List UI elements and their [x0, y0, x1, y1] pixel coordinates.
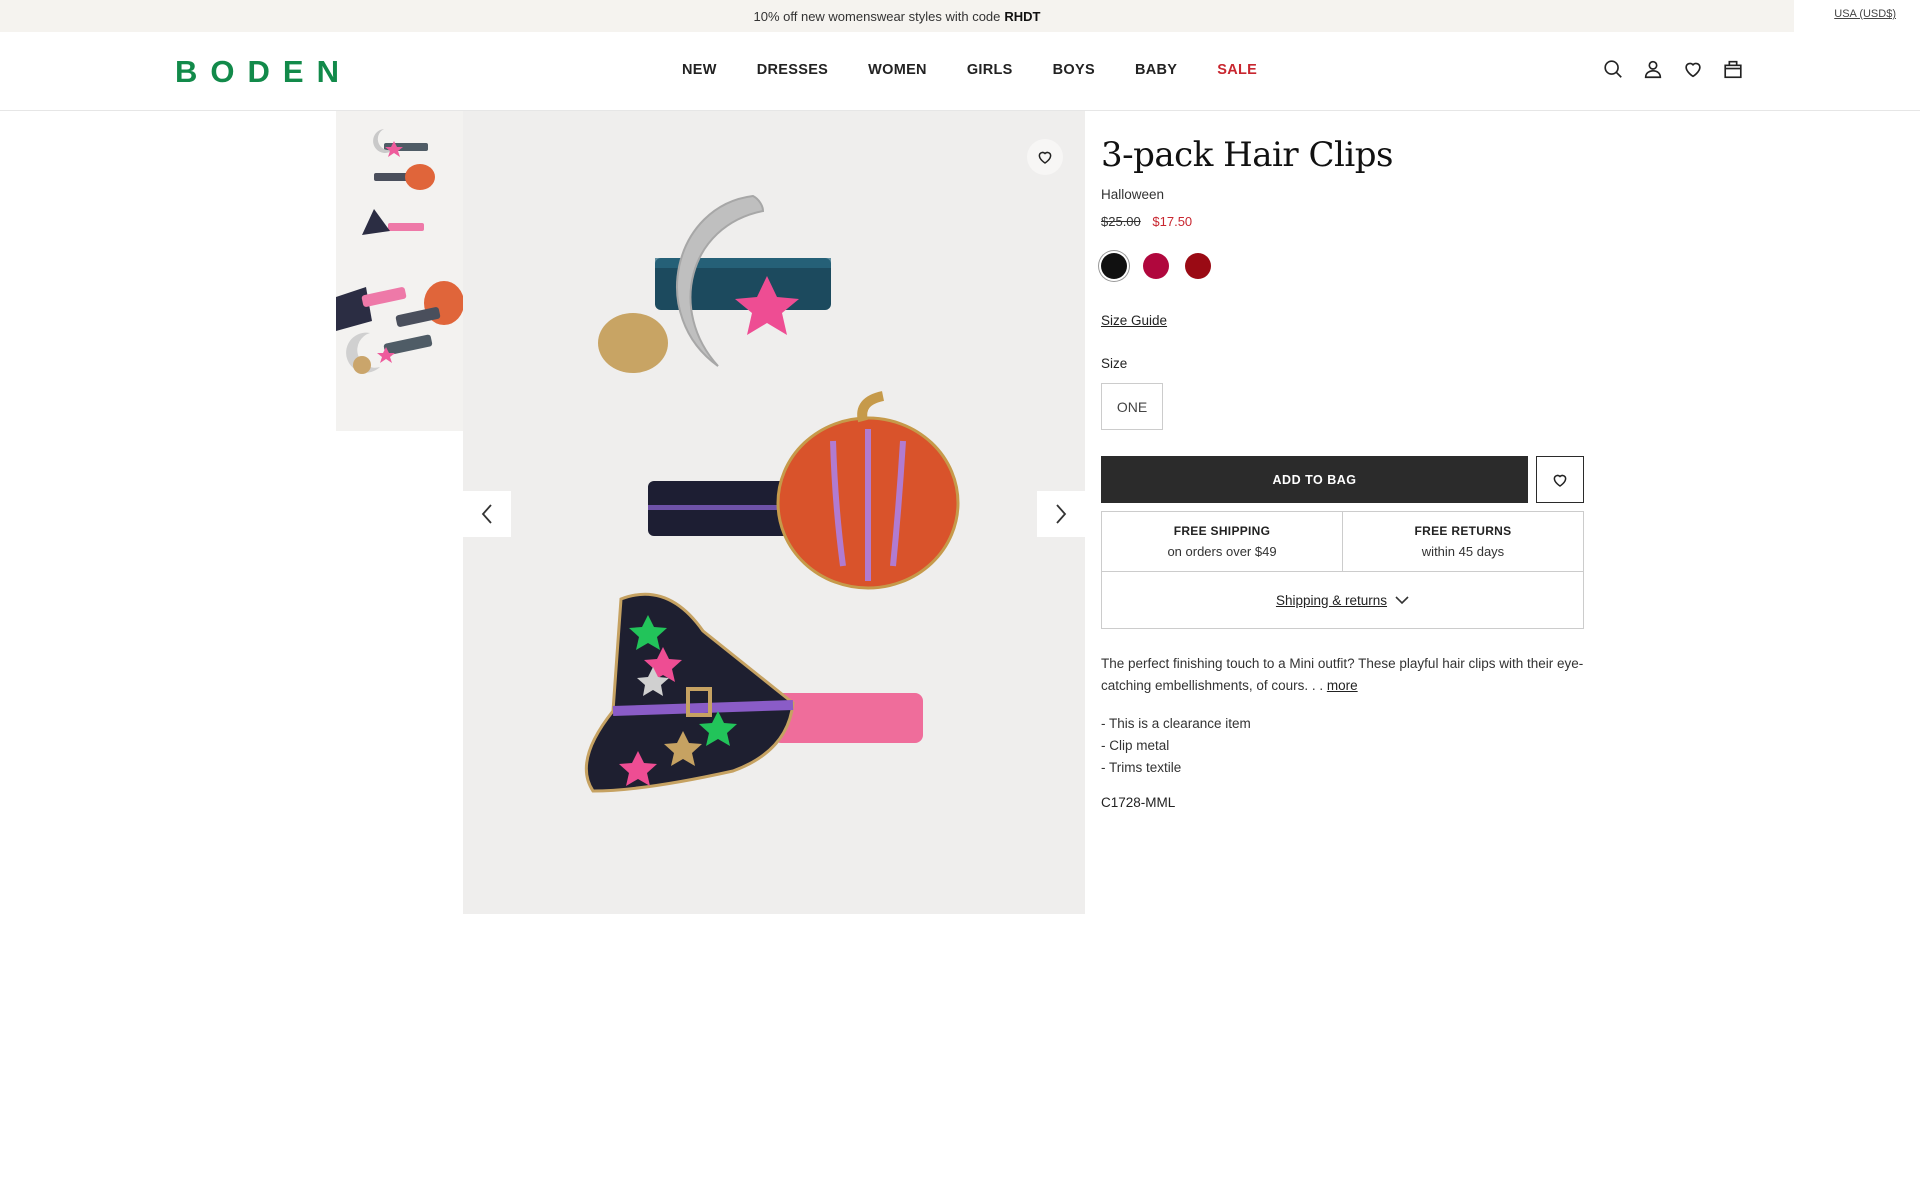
- product-details: 3-pack Hair Clips Halloween $25.00 $17.5…: [1101, 111, 1584, 810]
- thumbnail-list: [336, 111, 463, 431]
- shipping-returns-label: Shipping & returns: [1275, 592, 1388, 608]
- header-icons: [1602, 58, 1744, 80]
- promo-bar: 10% off new womenswear styles with code …: [0, 0, 1794, 32]
- next-image-button[interactable]: [1037, 491, 1085, 537]
- thumbnail-2[interactable]: [336, 271, 463, 431]
- prev-image-button[interactable]: [463, 491, 511, 537]
- promo-text: 10% off new womenswear styles with code: [753, 8, 1001, 24]
- bullet-item: - Trims textile: [1101, 760, 1182, 775]
- nav-baby[interactable]: BABY: [1135, 62, 1177, 78]
- delivery-info: FREE SHIPPING on orders over $49 FREE RE…: [1101, 511, 1584, 572]
- bullet-item: - This is a clearance item: [1101, 716, 1251, 731]
- bullet-item: - Clip metal: [1101, 738, 1170, 753]
- add-to-bag-row: ADD TO BAG: [1101, 456, 1584, 503]
- bag-icon[interactable]: [1722, 58, 1744, 80]
- swatch-red[interactable]: [1185, 253, 1211, 279]
- nav-boys[interactable]: BOYS: [1053, 62, 1095, 78]
- size-guide-link[interactable]: Size Guide: [1101, 313, 1167, 328]
- locale-selector[interactable]: USA (USD$): [1834, 8, 1896, 20]
- size-label: Size: [1101, 356, 1128, 371]
- add-to-wishlist-button[interactable]: [1536, 456, 1584, 503]
- nav-new[interactable]: NEW: [682, 62, 717, 78]
- chevron-right-icon: [1056, 504, 1067, 524]
- main-nav: NEW DRESSES WOMEN GIRLS BOYS BABY SALE: [682, 62, 1297, 78]
- hair-clips-illustration: [584, 194, 960, 793]
- price-now: $17.50: [1152, 214, 1193, 229]
- product-description: The perfect finishing touch to a Mini ou…: [1101, 653, 1584, 697]
- color-swatches: [1101, 253, 1584, 279]
- product-title: 3-pack Hair Clips: [1101, 135, 1393, 175]
- image-wishlist-button[interactable]: [1027, 139, 1063, 175]
- product-code: C1728-MML: [1101, 795, 1176, 810]
- wishlist-icon[interactable]: [1682, 58, 1704, 80]
- chevron-left-icon: [481, 504, 492, 524]
- free-returns-info: FREE RETURNS within 45 days: [1342, 512, 1583, 571]
- free-returns-sub: within 45 days: [1421, 544, 1505, 559]
- price-was: $25.00: [1101, 214, 1141, 229]
- swatch-raspberry[interactable]: [1143, 253, 1169, 279]
- more-link[interactable]: more: [1327, 678, 1358, 693]
- heart-icon: [1038, 151, 1052, 164]
- price-block: $25.00 $17.50: [1101, 214, 1584, 229]
- nav-dresses[interactable]: DRESSES: [757, 62, 828, 78]
- free-shipping-title: FREE SHIPPING: [1173, 524, 1271, 538]
- thumbnail-1[interactable]: [336, 111, 463, 271]
- promo-code: RHDT: [1004, 8, 1041, 24]
- product-collection: Halloween: [1101, 187, 1165, 202]
- site-header: BODEN NEW DRESSES WOMEN GIRLS BOYS BABY …: [0, 32, 1920, 111]
- product-main-image[interactable]: [463, 111, 1085, 914]
- free-returns-title: FREE RETURNS: [1414, 524, 1512, 538]
- size-option-one[interactable]: ONE: [1101, 383, 1163, 430]
- account-icon[interactable]: [1642, 58, 1664, 80]
- add-to-bag-button[interactable]: ADD TO BAG: [1101, 456, 1528, 503]
- free-shipping-sub: on orders over $49: [1167, 544, 1277, 559]
- product-bullets: - This is a clearance item - Clip metal …: [1101, 713, 1584, 779]
- shipping-returns-toggle[interactable]: Shipping & returns: [1101, 572, 1584, 629]
- nav-girls[interactable]: GIRLS: [967, 62, 1013, 78]
- heart-icon: [1553, 474, 1567, 487]
- chevron-down-icon: [1395, 596, 1409, 605]
- search-icon[interactable]: [1602, 58, 1624, 80]
- boden-logo[interactable]: BODEN: [175, 54, 352, 90]
- free-shipping-info: FREE SHIPPING on orders over $49: [1102, 512, 1342, 571]
- swatch-black[interactable]: [1101, 253, 1127, 279]
- nav-women[interactable]: WOMEN: [868, 62, 927, 78]
- nav-sale[interactable]: SALE: [1217, 62, 1257, 78]
